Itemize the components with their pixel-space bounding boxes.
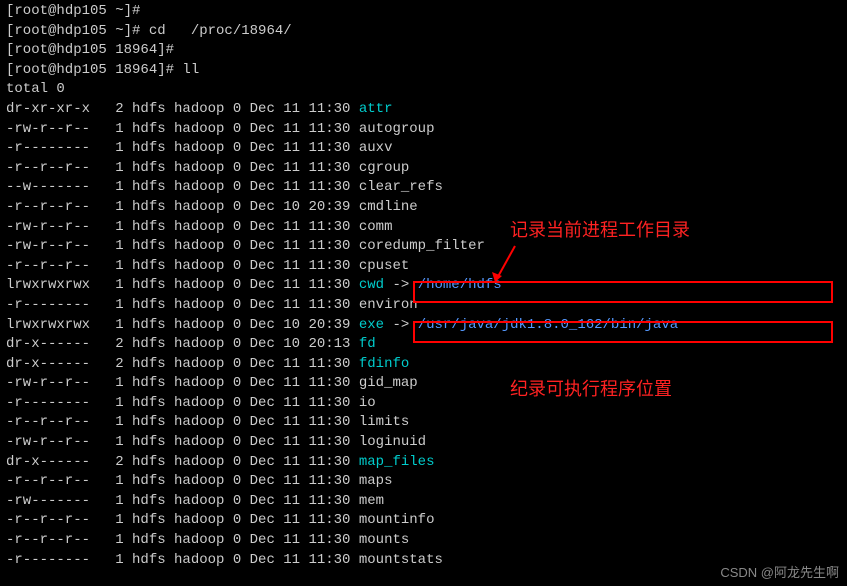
listing-row: lrwxrwxrwx 1 hdfs hadoop 0 Dec 10 20:39 … [6, 316, 841, 336]
listing-row: -rw-r--r-- 1 hdfs hadoop 0 Dec 11 11:30 … [6, 237, 841, 257]
prompt-line[interactable]: [root@hdp105 18964]# [6, 41, 841, 61]
listing-row: dr-x------ 2 hdfs hadoop 0 Dec 10 20:13 … [6, 335, 841, 355]
listing-row: -r--r--r-- 1 hdfs hadoop 0 Dec 11 11:30 … [6, 257, 841, 277]
listing-row: -r-------- 1 hdfs hadoop 0 Dec 11 11:30 … [6, 551, 841, 571]
prompt-line: [root@hdp105 ~]# [6, 2, 841, 22]
listing-row: -r--r--r-- 1 hdfs hadoop 0 Dec 10 20:39 … [6, 198, 841, 218]
listing-row: -r-------- 1 hdfs hadoop 0 Dec 11 11:30 … [6, 139, 841, 159]
listing-row: -r--r--r-- 1 hdfs hadoop 0 Dec 11 11:30 … [6, 511, 841, 531]
listing-row: -r--r--r-- 1 hdfs hadoop 0 Dec 11 11:30 … [6, 159, 841, 179]
prompt-line[interactable]: [root@hdp105 18964]# ll [6, 61, 841, 81]
listing-row: -rw-r--r-- 1 hdfs hadoop 0 Dec 11 11:30 … [6, 218, 841, 238]
listing-row: -rw-r--r-- 1 hdfs hadoop 0 Dec 11 11:30 … [6, 374, 841, 394]
listing-row: -rw-r--r-- 1 hdfs hadoop 0 Dec 11 11:30 … [6, 120, 841, 140]
listing-row: -r--r--r-- 1 hdfs hadoop 0 Dec 11 11:30 … [6, 531, 841, 551]
listing-row: lrwxrwxrwx 1 hdfs hadoop 0 Dec 11 11:30 … [6, 276, 841, 296]
terminal-output: [root@hdp105 ~]# [root@hdp105 ~]# cd /pr… [6, 2, 841, 570]
listing-row: -r-------- 1 hdfs hadoop 0 Dec 11 11:30 … [6, 394, 841, 414]
listing-row: dr-x------ 2 hdfs hadoop 0 Dec 11 11:30 … [6, 355, 841, 375]
total-line: total 0 [6, 80, 841, 100]
listing-row: -r--r--r-- 1 hdfs hadoop 0 Dec 11 11:30 … [6, 472, 841, 492]
prompt-line[interactable]: [root@hdp105 ~]# cd /proc/18964/ [6, 22, 841, 42]
listing-row: dr-xr-xr-x 2 hdfs hadoop 0 Dec 11 11:30 … [6, 100, 841, 120]
listing-row: --w------- 1 hdfs hadoop 0 Dec 11 11:30 … [6, 178, 841, 198]
listing-row: -r-------- 1 hdfs hadoop 0 Dec 11 11:30 … [6, 296, 841, 316]
watermark: CSDN @阿龙先生啊 [720, 564, 839, 582]
listing-row: -rw------- 1 hdfs hadoop 0 Dec 11 11:30 … [6, 492, 841, 512]
listing-row: -r--r--r-- 1 hdfs hadoop 0 Dec 11 11:30 … [6, 413, 841, 433]
listing-row: dr-x------ 2 hdfs hadoop 0 Dec 11 11:30 … [6, 453, 841, 473]
listing-row: -rw-r--r-- 1 hdfs hadoop 0 Dec 11 11:30 … [6, 433, 841, 453]
